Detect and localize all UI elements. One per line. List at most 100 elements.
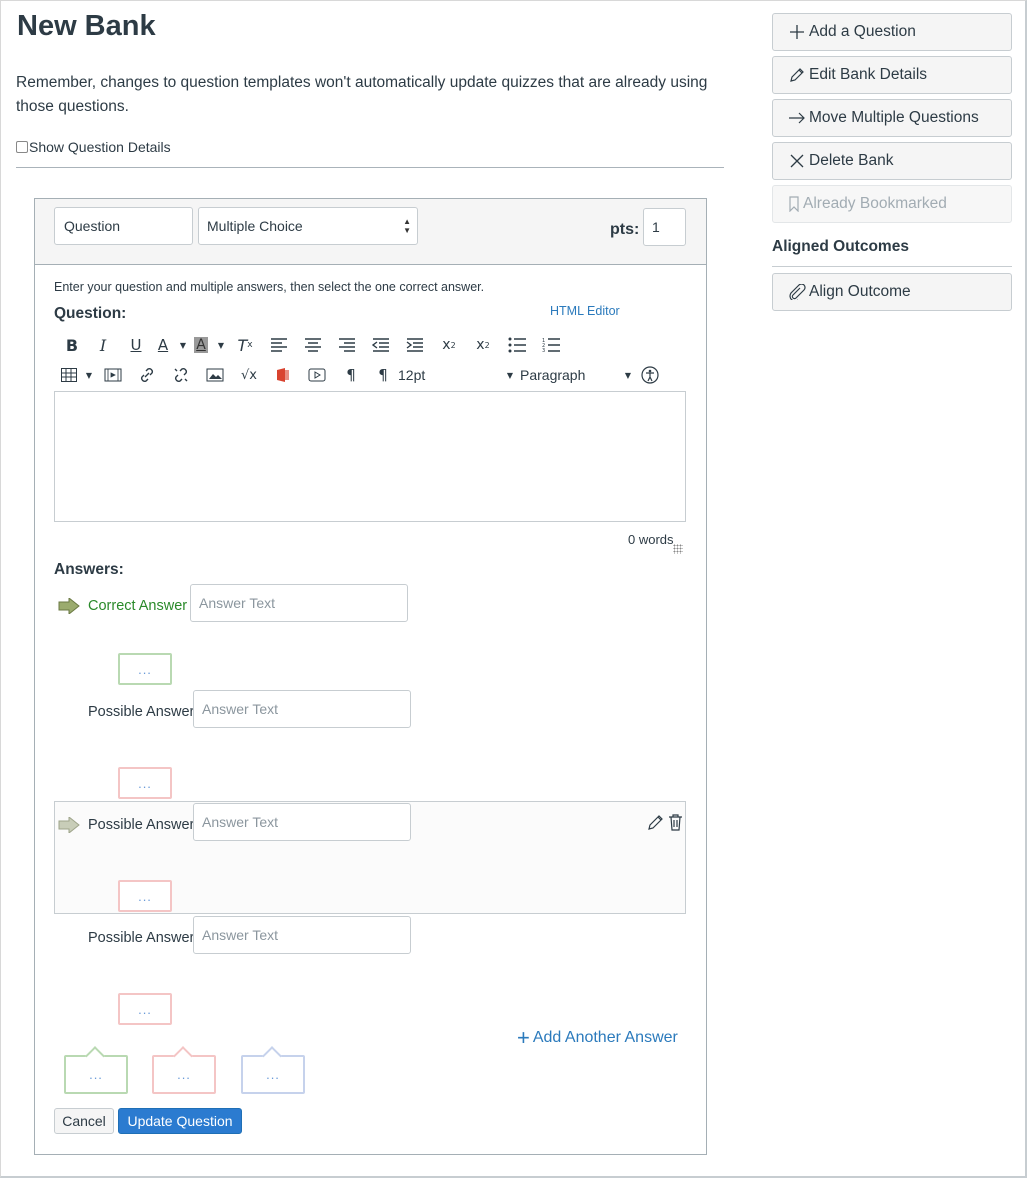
italic-icon[interactable]: I [86, 336, 120, 355]
template-warning: Remember, changes to question templates … [16, 74, 708, 115]
add-another-answer-link[interactable]: + Add Another Answer [517, 1025, 678, 1050]
table-icon[interactable] [58, 368, 80, 382]
block-format-value: Paragraph [520, 367, 586, 383]
answer-comment-button-1[interactable]: ... [118, 653, 172, 685]
answer-label-possible: Possible Answer [88, 817, 195, 833]
align-right-icon[interactable] [330, 338, 364, 352]
edit-bank-details-button[interactable]: Edit Bank Details [772, 56, 1012, 94]
align-outcome-button[interactable]: Align Outcome [772, 273, 1012, 311]
question-instructions: Enter your question and multiple answers… [54, 280, 485, 294]
outdent-icon[interactable] [364, 338, 398, 352]
move-multiple-questions-label: Move Multiple Questions [809, 109, 979, 126]
x-icon [787, 153, 807, 169]
answer-comment-button-2[interactable]: ... [118, 767, 172, 799]
svg-text:3: 3 [542, 348, 545, 353]
update-question-button[interactable]: Update Question [118, 1108, 242, 1134]
answer-label-possible: Possible Answer [88, 704, 195, 720]
ltr-icon[interactable]: ¶ [334, 366, 368, 384]
unlink-icon[interactable] [164, 366, 198, 384]
correct-answer-arrow-icon[interactable] [58, 598, 80, 614]
background-color-icon[interactable]: A [190, 337, 212, 353]
question-label: Question: [54, 305, 127, 322]
image-icon[interactable] [198, 368, 232, 382]
accessibility-icon[interactable] [634, 366, 666, 384]
html-editor-link[interactable]: HTML Editor [550, 304, 620, 318]
show-question-details[interactable]: Show Question Details [16, 139, 171, 155]
neutral-comments-button[interactable]: ... [241, 1046, 305, 1094]
answer-text-input-3[interactable]: Answer Text [193, 803, 411, 841]
answer-label-correct: Correct Answer [88, 598, 188, 614]
font-size-select[interactable]: 12pt [398, 367, 498, 383]
add-another-answer-label: Add Another Answer [532, 1029, 678, 1046]
plus-icon: + [517, 1025, 530, 1050]
pencil-icon [787, 67, 807, 83]
subscript-icon[interactable]: x2 [466, 337, 500, 353]
bullet-list-icon[interactable] [500, 337, 534, 353]
answer-text-input-1[interactable]: Answer Text [190, 584, 408, 622]
office-icon[interactable] [266, 367, 300, 383]
aligned-outcomes-divider [772, 266, 1012, 267]
table-dropdown-icon[interactable]: ▼ [82, 371, 96, 380]
delete-bank-label: Delete Bank [809, 152, 894, 169]
align-outcome-label: Align Outcome [809, 283, 911, 300]
align-left-icon[interactable] [262, 338, 296, 352]
move-multiple-questions-button[interactable]: Move Multiple Questions [772, 99, 1012, 137]
delete-answer-trash-icon[interactable] [668, 813, 683, 831]
text-color-icon[interactable]: A [152, 336, 174, 354]
plus-icon [787, 24, 807, 40]
question-rich-text-editor[interactable] [54, 391, 686, 522]
question-type-select[interactable]: Multiple Choice ▲ ▼ [198, 207, 418, 245]
clear-formatting-icon[interactable]: Tx [228, 336, 262, 355]
superscript-icon[interactable]: x2 [432, 337, 466, 353]
numbered-list-icon[interactable]: 123 [534, 337, 568, 353]
background-color-dropdown-icon[interactable]: ▼ [214, 341, 228, 350]
page-title: New Bank [17, 10, 156, 42]
answer-text-input-2[interactable]: Answer Text [193, 690, 411, 728]
bookmark-icon [787, 196, 801, 212]
already-bookmarked-button: Already Bookmarked [772, 185, 1012, 223]
edit-bank-details-label: Edit Bank Details [809, 66, 928, 83]
answer-comment-button-3[interactable]: ... [118, 880, 172, 912]
block-format-select[interactable]: Paragraph [520, 367, 620, 383]
editor-resize-handle[interactable] [673, 544, 683, 554]
answer-label-possible: Possible Answer [88, 930, 195, 946]
equation-icon[interactable]: √x [232, 368, 266, 383]
rtl-icon[interactable]: ¶ [368, 366, 398, 384]
arrow-right-icon [787, 110, 807, 126]
underline-icon[interactable]: U [120, 336, 152, 354]
edit-answer-pencil-icon[interactable] [647, 813, 665, 831]
bold-icon[interactable]: B [58, 336, 86, 355]
select-correct-arrow-icon[interactable] [58, 817, 80, 833]
delete-bank-button[interactable]: Delete Bank [772, 142, 1012, 180]
indent-icon[interactable] [398, 338, 432, 352]
divider [16, 167, 724, 168]
align-center-icon[interactable] [296, 338, 330, 352]
editor-toolbar-row-1: B I U A ▼ A ▼ Tx x2 x2 123 [58, 332, 568, 358]
answer-text-input-4[interactable]: Answer Text [193, 916, 411, 954]
neutral-comments-text: ... [266, 1067, 280, 1082]
text-color-dropdown-icon[interactable]: ▼ [176, 341, 190, 350]
word-count: 0 words [628, 532, 674, 547]
correct-comments-button[interactable]: ... [64, 1046, 128, 1094]
points-input[interactable]: 1 [643, 208, 686, 246]
show-details-checkbox[interactable] [16, 141, 28, 153]
add-question-button[interactable]: Add a Question [772, 13, 1012, 51]
incorrect-comments-button[interactable]: ... [152, 1046, 216, 1094]
font-size-value: 12pt [398, 367, 426, 383]
paperclip-icon [787, 284, 807, 300]
answers-label: Answers: [54, 561, 124, 578]
answer-comment-button-4[interactable]: ... [118, 993, 172, 1025]
incorrect-comments-text: ... [177, 1067, 191, 1082]
cancel-button[interactable]: Cancel [54, 1108, 114, 1134]
correct-comments-text: ... [89, 1067, 103, 1082]
font-size-dropdown-icon[interactable]: ▼ [500, 371, 520, 380]
block-format-dropdown-icon[interactable]: ▼ [622, 371, 634, 380]
media-icon[interactable] [96, 368, 130, 382]
points-label: pts: [610, 221, 640, 238]
already-bookmarked-label: Already Bookmarked [803, 195, 947, 212]
editor-toolbar-row-2: ▼ √x ¶ ¶ 12pt ▼ Paragraph ▼ [58, 362, 666, 388]
question-name-input[interactable]: Question [54, 207, 193, 245]
link-icon[interactable] [130, 366, 164, 384]
video-icon[interactable] [300, 368, 334, 382]
select-arrows-icon: ▲ ▼ [403, 217, 411, 235]
